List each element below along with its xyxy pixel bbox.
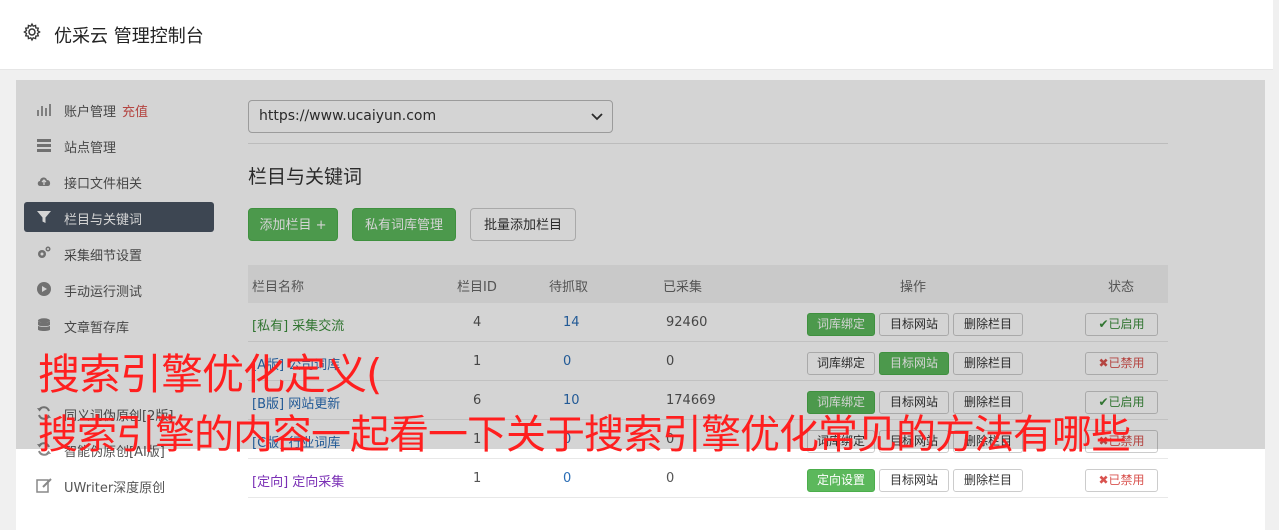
sidebar-item-label: UWriter深度原创: [64, 481, 166, 496]
page: 优采云 管理控制台 账户管理 充值 站点管理 接口文件相关 栏目与关键词 采集细节…: [0, 0, 1279, 530]
target-site-button[interactable]: 目标网站: [879, 469, 949, 492]
row-name[interactable]: [定向] 定向采集: [252, 471, 344, 490]
overlay-caption-line1: 搜索引擎优化定义(: [38, 350, 382, 399]
edit-icon: [36, 478, 52, 493]
row-pending[interactable]: 0: [563, 471, 571, 486]
direct-settings-button[interactable]: 定向设置: [807, 469, 875, 492]
status-toggle[interactable]: ✖已禁用: [1085, 469, 1158, 492]
row-id: 1: [473, 471, 482, 486]
app-title: 优采云 管理控制台: [54, 26, 204, 47]
overlay-caption-line2: 搜索引擎的内容一起看一下关于搜索引擎优化常见的方法有哪些: [38, 412, 1131, 458]
top-header: 优采云 管理控制台: [0, 0, 1273, 70]
sidebar-item-uwriter[interactable]: UWriter深度原创: [24, 470, 214, 500]
delete-column-button[interactable]: 删除栏目: [953, 469, 1023, 492]
row-collected: 0: [666, 471, 675, 486]
gear-icon: [23, 22, 41, 42]
table-row: [定向] 定向采集 1 0 0 定向设置 目标网站 删除栏目 ✖已禁用: [248, 459, 1168, 498]
